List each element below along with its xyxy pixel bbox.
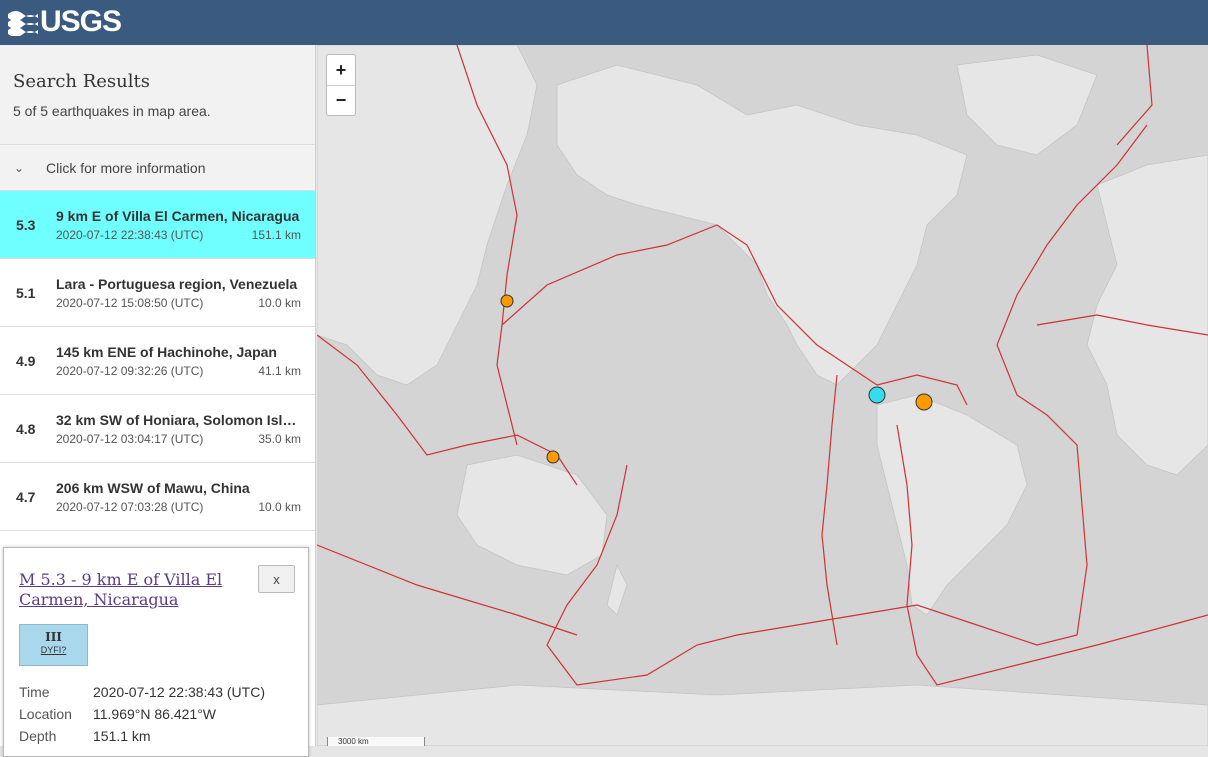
map-scale-bar: 3000 km — [327, 737, 425, 746]
dyfi-intensity-badge[interactable]: III DYFI? — [19, 624, 88, 666]
earthquake-list-item[interactable]: 4.9 145 km ENE of Hachinohe, Japan 2020-… — [0, 327, 315, 395]
earthquake-depth: 35.0 km — [258, 432, 301, 446]
earthquake-depth: 151.1 km — [251, 228, 301, 242]
earthquake-magnitude: 4.8 — [16, 421, 36, 437]
earthquake-depth: 10.0 km — [258, 296, 301, 310]
earthquake-place: 9 km E of Villa El Carmen, Nicaragua — [56, 208, 300, 224]
detail-depth: Depth 151.1 km — [19, 728, 151, 744]
earthquake-time: 2020-07-12 03:04:17 (UTC) — [56, 432, 204, 446]
earthquake-list-item[interactable]: 4.7 206 km WSW of Mawu, China 2020-07-12… — [0, 463, 315, 531]
earthquake-list: 5.3 9 km E of Villa El Carmen, Nicaragua… — [0, 191, 315, 531]
zoom-in-button[interactable]: + — [327, 55, 355, 85]
earthquake-magnitude: 5.1 — [16, 285, 36, 301]
earthquake-place: 206 km WSW of Mawu, China — [56, 480, 250, 496]
popup-close-button[interactable]: x — [258, 565, 295, 593]
earthquake-list-item[interactable]: 4.8 32 km SW of Honiara, Solomon Isla… 2… — [0, 395, 315, 463]
app-header: USGS — [0, 0, 1208, 45]
earthquake-time: 2020-07-12 15:08:50 (UTC) — [56, 296, 204, 310]
earthquake-marker-japan[interactable] — [500, 294, 514, 308]
zoom-control: + − — [326, 54, 356, 116]
earthquake-magnitude: 4.9 — [16, 353, 36, 369]
more-info-label: Click for more information — [46, 159, 206, 176]
earthquake-place: Lara - Portuguesa region, Venezuela — [56, 276, 298, 292]
earthquake-marker-nicaragua-selected[interactable] — [868, 386, 886, 404]
detail-location: Location 11.969°N 86.421°W — [19, 706, 216, 722]
earthquake-place: 145 km ENE of Hachinohe, Japan — [56, 344, 277, 360]
earthquake-time: 2020-07-12 09:32:26 (UTC) — [56, 364, 204, 378]
usgs-logo[interactable]: USGS — [8, 5, 122, 39]
detail-key: Time — [19, 684, 50, 700]
more-info-toggle[interactable]: ⌄ Click for more information — [0, 145, 315, 191]
earthquake-list-item[interactable]: 5.1 Lara - Portuguesa region, Venezuela … — [0, 259, 315, 327]
usgs-wave-icon — [8, 11, 38, 36]
detail-value: 2020-07-12 22:38:43 (UTC) — [93, 684, 265, 700]
search-results-title: Search Results — [13, 71, 150, 92]
logo-text: USGS — [40, 5, 122, 38]
detail-value: 11.969°N 86.421°W — [93, 706, 217, 722]
earthquake-popup: M 5.3 - 9 km E of Villa El Carmen, Nicar… — [3, 547, 309, 757]
earthquake-depth: 10.0 km — [258, 500, 301, 514]
earthquake-marker-solomon[interactable] — [546, 450, 560, 464]
earthquake-depth: 41.1 km — [258, 364, 301, 378]
detail-time: Time 2020-07-12 22:38:43 (UTC) — [19, 684, 265, 700]
earthquake-marker-venezuela[interactable] — [915, 393, 933, 411]
earthquake-list-item[interactable]: 5.3 9 km E of Villa El Carmen, Nicaragua… — [0, 191, 315, 259]
zoom-out-button[interactable]: − — [327, 85, 355, 115]
earthquake-magnitude: 5.3 — [16, 217, 36, 233]
popup-title-link[interactable]: M 5.3 - 9 km E of Villa El Carmen, Nicar… — [19, 570, 239, 610]
search-results-header: Search Results 5 of 5 earthquakes in map… — [0, 45, 315, 145]
detail-key: Depth — [19, 728, 57, 744]
earthquake-time: 2020-07-12 07:03:28 (UTC) — [56, 500, 204, 514]
earthquake-map[interactable]: + − 3000 km — [317, 45, 1208, 746]
world-map-canvas — [317, 45, 1208, 746]
dyfi-label: DYFI? — [40, 645, 67, 655]
earthquake-place: 32 km SW of Honiara, Solomon Isla… — [56, 412, 302, 428]
earthquake-magnitude: 4.7 — [16, 489, 36, 505]
earthquake-time: 2020-07-12 22:38:43 (UTC) — [56, 228, 204, 242]
chevron-down-icon: ⌄ — [14, 160, 25, 175]
search-results-count: 5 of 5 earthquakes in map area. — [13, 103, 211, 119]
detail-key: Location — [19, 706, 72, 722]
detail-value: 151.1 km — [93, 728, 151, 744]
dyfi-level: III — [45, 630, 62, 644]
